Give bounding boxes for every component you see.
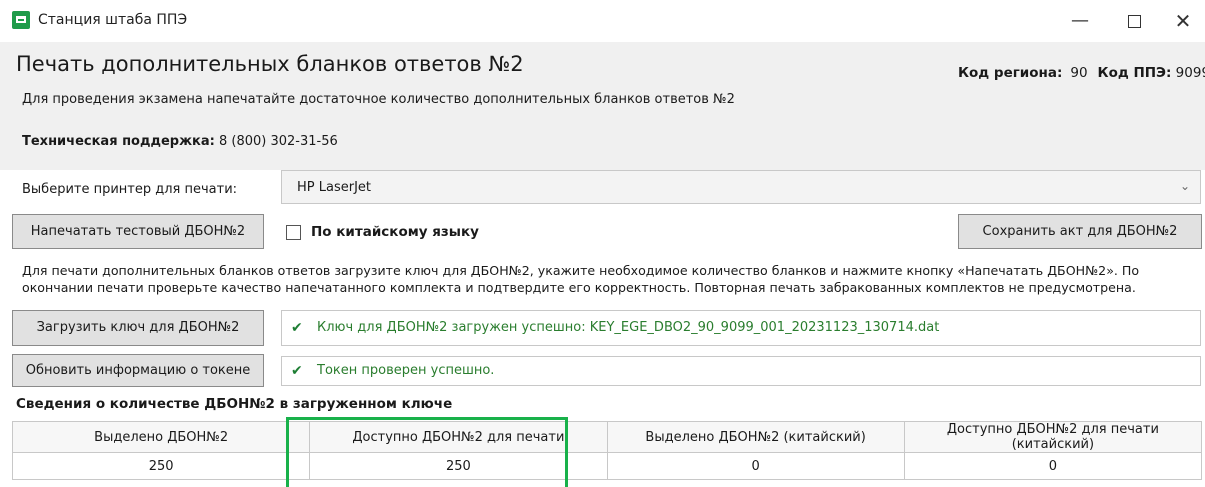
- chevron-down-icon: ⌄: [1179, 179, 1190, 193]
- printer-label: Выберите принтер для печати:: [22, 182, 238, 197]
- maximize-icon: [1127, 14, 1141, 28]
- support-label: Техническая поддержка:: [22, 134, 215, 149]
- region-value: 90: [1070, 65, 1088, 81]
- title-bar: Станция штаба ППЭ — ✕: [0, 0, 1205, 42]
- region-label: Код региона:: [958, 65, 1063, 81]
- table-row: 250 250 0 0: [11, 452, 1203, 480]
- summary-title: Сведения о количестве ДБОН№2 в загруженн…: [16, 396, 453, 412]
- instructions-text: Для печати дополнительных бланков ответо…: [22, 263, 1140, 295]
- table-cell: 250: [11, 452, 311, 480]
- maximize-button[interactable]: [1114, 6, 1154, 36]
- support-info: Техническая поддержка: 8 (800) 302-31-56: [22, 134, 338, 149]
- table-header-row: Выделено ДБОН№2 Доступно ДБОН№2 для печа…: [11, 421, 1203, 453]
- printer-select[interactable]: HP LaserJet ⌄: [281, 170, 1201, 204]
- column-header: Выделено ДБОН№2 (китайский): [606, 421, 905, 453]
- key-status-field: ✔ Ключ для ДБОН№2 загружен успешно: KEY_…: [281, 310, 1201, 346]
- close-button[interactable]: ✕: [1163, 6, 1203, 36]
- chinese-language-label: По китайскому языку: [311, 224, 479, 240]
- load-key-button[interactable]: Загрузить ключ для ДБОН№2: [12, 310, 264, 346]
- app-icon: [12, 11, 30, 29]
- column-header: Выделено ДБОН№2: [11, 421, 311, 453]
- summary-table: Выделено ДБОН№2 Доступно ДБОН№2 для печа…: [11, 421, 1203, 480]
- window-title: Станция штаба ППЭ: [38, 12, 188, 28]
- table-cell: 0: [903, 452, 1203, 480]
- region-info: Код региона: 90 Код ППЭ: 9099: [958, 65, 1205, 81]
- key-status-text: Ключ для ДБОН№2 загружен успешно: KEY_EG…: [317, 320, 940, 335]
- print-test-button[interactable]: Напечатать тестовый ДБОН№2: [12, 214, 264, 249]
- ppe-label: Код ППЭ:: [1097, 65, 1172, 81]
- page-title: Печать дополнительных бланков ответов №2: [16, 52, 524, 76]
- page-subtitle: Для проведения экзамена напечатайте дост…: [22, 92, 735, 107]
- chinese-language-checkbox[interactable]: [286, 225, 301, 240]
- table-cell: 0: [606, 452, 905, 480]
- support-phone: 8 (800) 302-31-56: [218, 134, 338, 149]
- token-status-field: ✔ Токен проверен успешно.: [281, 356, 1201, 386]
- minimize-button[interactable]: —: [1060, 6, 1100, 36]
- column-header: Доступно ДБОН№2 для печати (китайский): [903, 421, 1203, 453]
- token-status-text: Токен проверен успешно.: [317, 363, 495, 378]
- printer-selected-value: HP LaserJet: [297, 180, 372, 195]
- save-act-button[interactable]: Сохранить акт для ДБОН№2: [958, 214, 1202, 249]
- check-icon: ✔: [291, 320, 303, 336]
- check-icon: ✔: [291, 363, 303, 379]
- ppe-value: 9099: [1175, 65, 1205, 81]
- refresh-token-button[interactable]: Обновить информацию о токене: [12, 354, 264, 387]
